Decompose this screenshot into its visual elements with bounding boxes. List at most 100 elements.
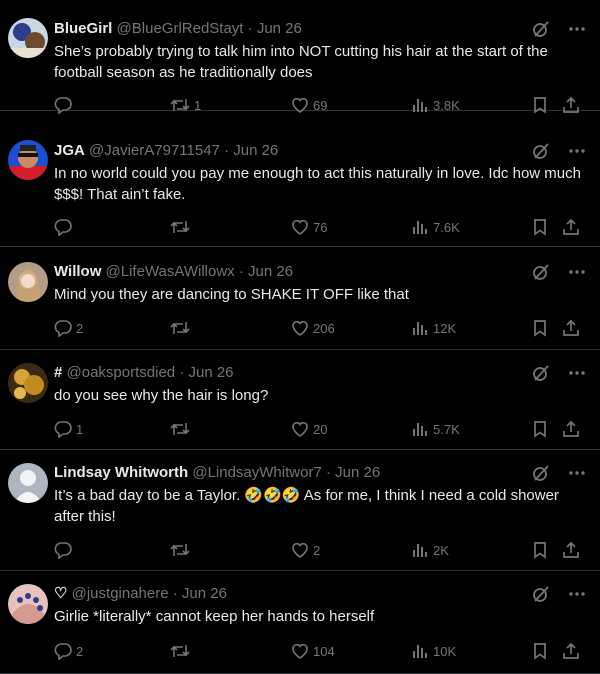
display-name[interactable]: # — [54, 364, 62, 381]
bookmark-button[interactable] — [532, 318, 548, 338]
views-button[interactable]: 7.6K — [411, 217, 460, 237]
tweet[interactable]: Willow @LifeWasAWillowx · Jun 26 Mind you… — [0, 247, 600, 350]
more-icon[interactable] — [568, 464, 586, 482]
avatar[interactable] — [8, 363, 48, 403]
grok-icon[interactable] — [532, 20, 550, 38]
views-button[interactable]: 10K — [411, 641, 456, 661]
tweet-top-actions — [532, 19, 586, 39]
view-count: 10K — [433, 643, 457, 659]
view-count: 12K — [433, 320, 457, 336]
view-count: 5.7K — [433, 421, 460, 437]
like-icon — [291, 319, 309, 337]
tweet[interactable]: # @oaksportsdied · Jun 26 do you see why … — [0, 350, 600, 450]
repost-button[interactable] — [170, 641, 194, 661]
display-name[interactable]: Lindsay Whitworth — [54, 464, 188, 481]
share-icon — [562, 541, 580, 559]
bookmark-button[interactable] — [532, 540, 548, 560]
user-handle[interactable]: @LifeWasAWillowx — [106, 263, 235, 280]
tweet-text-part: It’s a bad day to be a Taylor. — [54, 487, 245, 504]
like-icon — [291, 642, 309, 660]
display-name[interactable]: BlueGirl — [54, 20, 112, 37]
display-name[interactable]: JGA — [54, 142, 85, 159]
reply-icon — [54, 541, 72, 559]
grok-icon[interactable] — [532, 464, 550, 482]
grok-icon[interactable] — [532, 364, 550, 382]
like-count: 76 — [313, 219, 328, 235]
tweet[interactable]: JGA @JavierA79711547 · Jun 26 In no world… — [0, 111, 600, 247]
reply-button[interactable]: 1 — [54, 419, 83, 439]
views-button[interactable]: 5.7K — [411, 419, 460, 439]
timestamp[interactable]: Jun 26 — [182, 585, 227, 602]
views-icon — [411, 420, 429, 438]
timestamp[interactable]: Jun 26 — [257, 20, 302, 37]
more-icon[interactable] — [568, 142, 586, 160]
tweet[interactable]: ♡ @justginahere · Jun 26 Girlie *literall… — [0, 571, 600, 674]
timestamp[interactable]: Jun 26 — [248, 263, 293, 280]
grok-icon[interactable] — [532, 142, 550, 160]
more-icon[interactable] — [568, 20, 586, 38]
timestamp[interactable]: Jun 26 — [188, 364, 233, 381]
share-button[interactable] — [562, 419, 580, 439]
like-button[interactable]: 20 — [291, 419, 327, 439]
reply-button[interactable] — [54, 217, 76, 237]
like-button[interactable]: 2 — [291, 540, 320, 560]
tweet-actions: 2 206 12K — [54, 318, 584, 338]
display-name[interactable]: Willow — [54, 263, 101, 280]
more-icon[interactable] — [568, 364, 586, 382]
more-icon[interactable] — [568, 263, 586, 281]
repost-button[interactable] — [170, 540, 194, 560]
timestamp[interactable]: Jun 26 — [335, 464, 380, 481]
avatar[interactable] — [8, 140, 48, 180]
like-button[interactable]: 76 — [291, 217, 327, 237]
share-button[interactable] — [562, 540, 580, 560]
grok-icon[interactable] — [532, 263, 550, 281]
repost-button[interactable] — [170, 419, 194, 439]
user-handle[interactable]: @LindsayWhitwor7 — [192, 464, 321, 481]
tweet-top-actions — [532, 363, 586, 383]
reply-icon — [54, 642, 72, 660]
tweet-header: # @oaksportsdied · Jun 26 — [54, 363, 536, 383]
tweet[interactable]: BlueGirl @BlueGrlRedStayt · Jun 26 She’s … — [0, 0, 600, 114]
bookmark-button[interactable] — [532, 419, 548, 439]
user-handle[interactable]: @oaksportsdied — [67, 364, 176, 381]
tweet-top-actions — [532, 262, 586, 282]
separator-dot: · — [238, 263, 244, 280]
user-handle[interactable]: @BlueGrlRedStayt — [117, 20, 244, 37]
avatar[interactable] — [8, 584, 48, 624]
bookmark-button[interactable] — [532, 641, 548, 661]
reply-button[interactable]: 2 — [54, 318, 83, 338]
reply-button[interactable]: 2 — [54, 641, 83, 661]
bookmark-icon — [532, 218, 548, 236]
views-button[interactable]: 2K — [411, 540, 449, 560]
views-button[interactable]: 12K — [411, 318, 456, 338]
like-button[interactable]: 104 — [291, 641, 335, 661]
separator-dot: · — [172, 585, 178, 602]
repost-button[interactable] — [170, 217, 194, 237]
bookmark-button[interactable] — [532, 217, 548, 237]
avatar[interactable] — [8, 262, 48, 302]
grok-icon[interactable] — [532, 585, 550, 603]
like-button[interactable]: 206 — [291, 318, 335, 338]
repost-icon — [170, 642, 190, 660]
avatar[interactable] — [8, 463, 48, 503]
tweet-header: BlueGirl @BlueGrlRedStayt · Jun 26 — [54, 19, 536, 39]
timestamp[interactable]: Jun 26 — [233, 142, 278, 159]
repost-button[interactable] — [170, 318, 194, 338]
like-count: 206 — [313, 320, 335, 336]
views-icon — [411, 642, 429, 660]
repost-icon — [170, 319, 190, 337]
avatar[interactable] — [8, 18, 48, 58]
share-button[interactable] — [562, 318, 580, 338]
reply-button[interactable] — [54, 540, 76, 560]
like-count: 20 — [313, 421, 328, 437]
user-handle[interactable]: @justginahere — [72, 585, 169, 602]
display-name[interactable]: ♡ — [54, 585, 67, 602]
user-handle[interactable]: @JavierA79711547 — [89, 142, 220, 159]
tweet[interactable]: Lindsay Whitworth @LindsayWhitwor7 · Jun… — [0, 450, 600, 571]
share-icon — [562, 218, 580, 236]
share-button[interactable] — [562, 641, 580, 661]
reply-feed: BlueGirl @BlueGrlRedStayt · Jun 26 She’s … — [0, 0, 600, 674]
views-icon — [411, 218, 429, 236]
more-icon[interactable] — [568, 585, 586, 603]
share-button[interactable] — [562, 217, 580, 237]
